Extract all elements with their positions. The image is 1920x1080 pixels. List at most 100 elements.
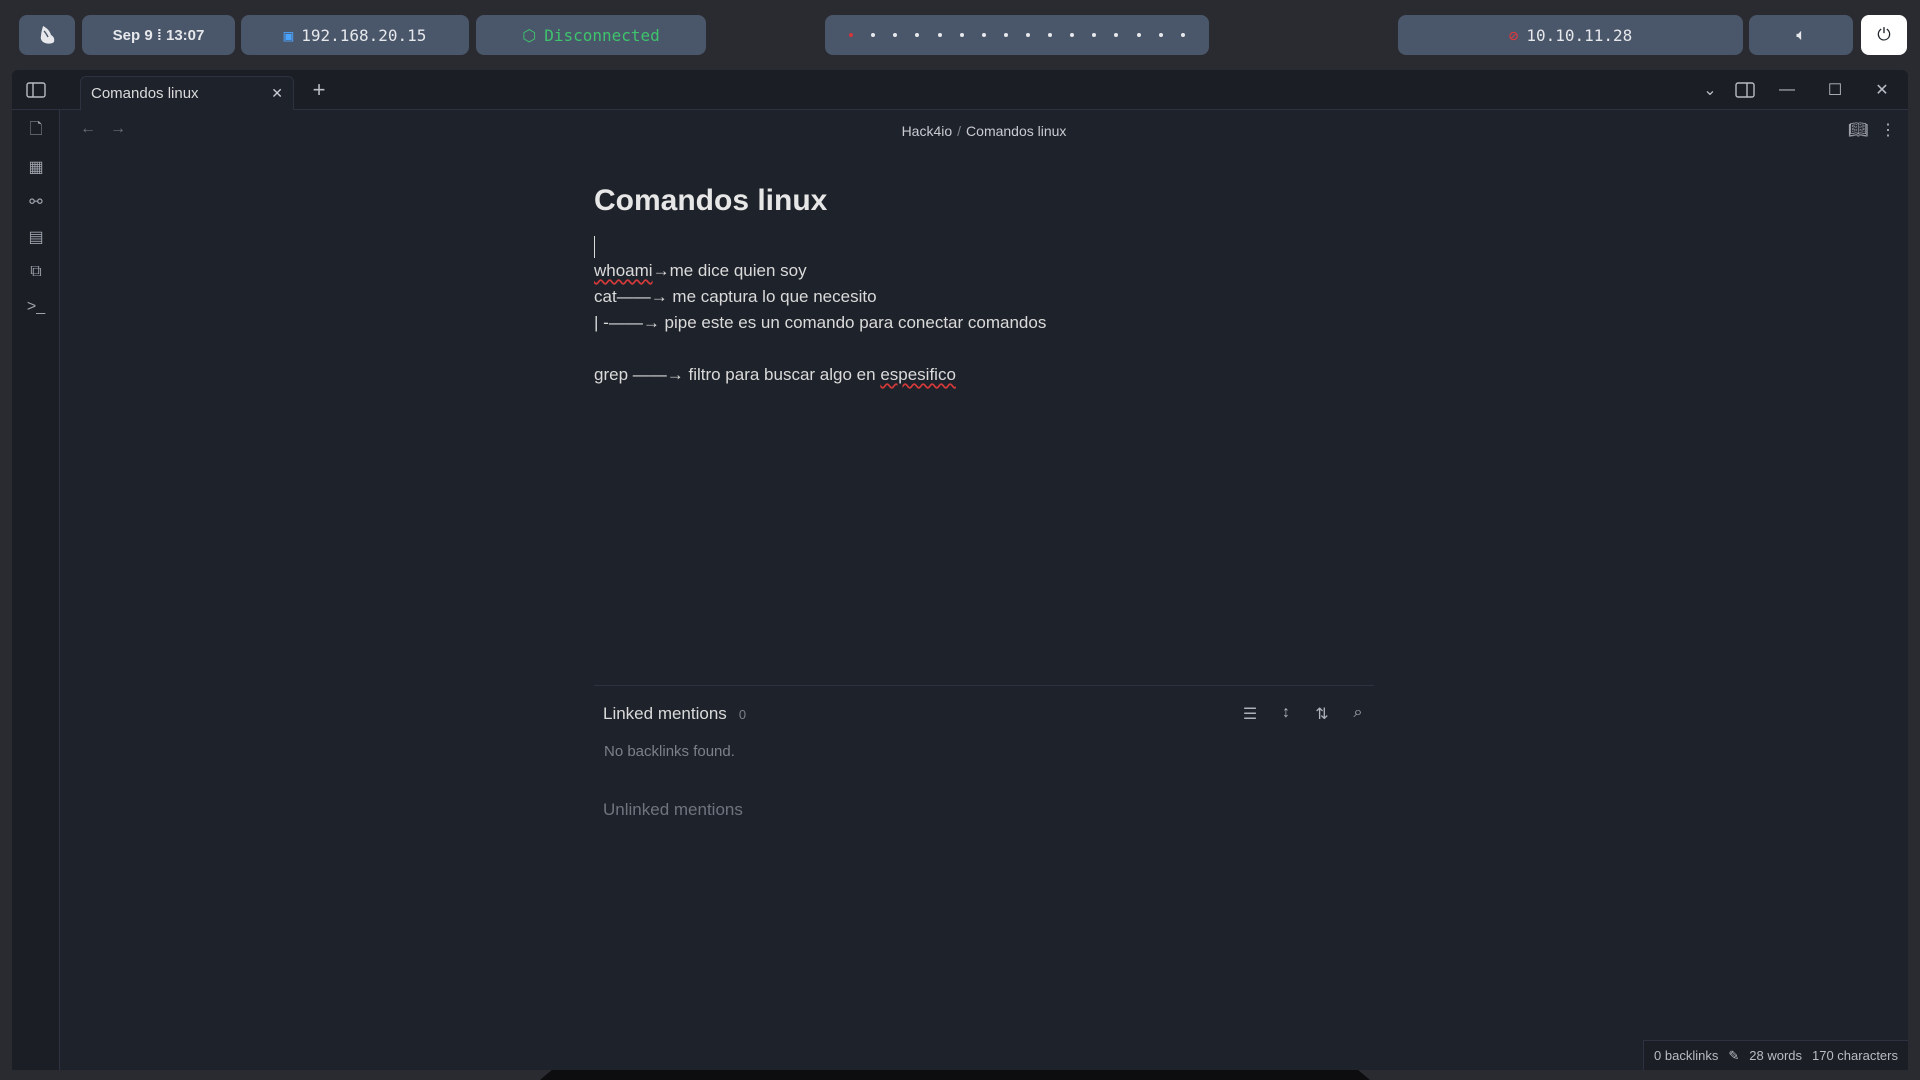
workspace-dot[interactable] bbox=[1180, 33, 1185, 37]
tab-title: Comandos linux bbox=[91, 85, 199, 102]
search-icon[interactable]: ⌕ bbox=[1348, 704, 1368, 724]
edit-pencil-icon[interactable]: ✎ bbox=[1728, 1048, 1739, 1064]
breadcrumb-separator: / bbox=[957, 123, 962, 139]
workspace-dot[interactable] bbox=[981, 33, 986, 37]
title-bar: Comandos linux ✕ + ⌄ — ☐ ✕ bbox=[12, 70, 1908, 110]
command-word: cat bbox=[594, 287, 617, 306]
command-word: | - bbox=[594, 313, 609, 332]
backlinks-pane: Linked mentions 0 ☰ ↕ ⇅ ⌕ No backlinks f… bbox=[594, 685, 1374, 820]
toggle-sidebar-button[interactable] bbox=[16, 70, 56, 110]
local-ip-widget[interactable]: ▣ 192.168.20.15 bbox=[241, 15, 469, 55]
calendar-icon: ▤ bbox=[28, 228, 44, 246]
note-title[interactable]: Comandos linux bbox=[594, 184, 1374, 224]
close-window-button[interactable]: ✕ bbox=[1862, 70, 1902, 110]
minimize-icon: — bbox=[1779, 81, 1795, 98]
workspace-dot[interactable] bbox=[1114, 33, 1119, 37]
breadcrumb-vault[interactable]: Hack4io bbox=[902, 123, 953, 139]
toggle-right-sidebar-button[interactable] bbox=[1725, 70, 1765, 110]
workspaces-widget[interactable] bbox=[825, 15, 1209, 55]
workspace-dot[interactable] bbox=[1092, 33, 1097, 37]
character-count: 170 characters bbox=[1812, 1048, 1898, 1063]
graph-view-button[interactable]: ⚯ bbox=[12, 184, 60, 219]
workspace-dot[interactable] bbox=[915, 33, 920, 37]
misspelled-word: espesifico bbox=[880, 365, 956, 384]
workspace-dot[interactable] bbox=[871, 33, 876, 37]
terminal-icon: >_ bbox=[26, 297, 46, 315]
volume-icon: 🔈︎ bbox=[1796, 25, 1806, 44]
workspace-dot[interactable] bbox=[1136, 33, 1141, 37]
graph-icon: ⚯ bbox=[29, 193, 43, 211]
canvas-button[interactable]: ▦ bbox=[12, 149, 60, 184]
note-line[interactable]: cat——→ me captura lo que necesito bbox=[594, 284, 1374, 310]
sort-icon[interactable]: ⇅ bbox=[1312, 704, 1332, 724]
file-search-icon: 🗋︎ bbox=[29, 121, 43, 138]
text-cursor bbox=[594, 236, 595, 258]
volume-button[interactable]: 🔈︎ bbox=[1749, 15, 1853, 55]
workspace-dot[interactable] bbox=[1158, 33, 1163, 37]
no-backlinks-message: No backlinks found. bbox=[604, 743, 735, 760]
workspace-dot[interactable] bbox=[1025, 33, 1030, 37]
reading-view-icon[interactable]: 📖︎ bbox=[1848, 120, 1868, 140]
copy-icon: ⧉ bbox=[30, 262, 42, 280]
vpn-status-text: Disconnected bbox=[544, 25, 660, 45]
new-tab-button[interactable]: + bbox=[299, 70, 339, 110]
local-ip-text: 192.168.20.15 bbox=[301, 25, 427, 45]
breadcrumb: Hack4io / Comandos linux bbox=[60, 123, 1908, 139]
expand-icon[interactable]: ↕ bbox=[1276, 704, 1296, 724]
open-quick-switcher-button[interactable]: 🗋︎ bbox=[12, 114, 60, 149]
breadcrumb-note[interactable]: Comandos linux bbox=[966, 123, 1066, 139]
workspace-dot[interactable] bbox=[959, 33, 964, 37]
status-bar: 0 backlinks ✎ 28 words 170 characters bbox=[1643, 1040, 1908, 1070]
monitor-icon: ▣ bbox=[283, 25, 294, 45]
top-status-bar: Sep 9 ⁞ 13:07 ▣ 192.168.20.15 ⬡ Disconne… bbox=[0, 0, 1920, 70]
workspace-dot[interactable] bbox=[1048, 33, 1053, 37]
linked-mentions-header[interactable]: Linked mentions 0 ☰ ↕ ⇅ ⌕ bbox=[594, 686, 1374, 742]
linked-mentions-title: Linked mentions bbox=[603, 704, 727, 723]
close-icon: ✕ bbox=[1875, 82, 1889, 99]
note-line[interactable]: grep ——→ filtro para buscar algo en espe… bbox=[594, 362, 1374, 388]
close-tab-icon[interactable]: ✕ bbox=[271, 85, 283, 102]
clock-text: Sep 9 ⁞ 13:07 bbox=[112, 26, 205, 44]
workspace-dot[interactable] bbox=[849, 33, 854, 37]
note-editor[interactable]: Comandos linux whoami→me dice quien soy … bbox=[594, 184, 1374, 388]
linked-mentions-count: 0 bbox=[738, 706, 747, 722]
note-line[interactable]: | -——→ pipe este es un comando para cone… bbox=[594, 310, 1374, 336]
workspace-dot[interactable] bbox=[893, 33, 898, 37]
left-ribbon: 🗋︎ ▦ ⚯ ▤ ⧉ >_ bbox=[12, 110, 60, 1070]
templates-button[interactable]: ⧉ bbox=[12, 254, 60, 289]
backlinks-count[interactable]: 0 backlinks bbox=[1654, 1048, 1718, 1063]
plus-icon: + bbox=[312, 77, 326, 102]
vpn-widget[interactable]: ⬡ Disconnected bbox=[476, 15, 706, 55]
vpn-shield-icon: ⬡ bbox=[522, 25, 537, 45]
command-palette-button[interactable]: >_ bbox=[12, 289, 60, 324]
chevron-down-icon: ⌄ bbox=[1703, 82, 1717, 99]
view-header: ← → Hack4io / Comandos linux 📖︎ ⋮ bbox=[60, 110, 1908, 152]
minimize-button[interactable]: — bbox=[1767, 70, 1807, 110]
power-icon: ⏻ bbox=[1877, 25, 1891, 45]
sidebar-icon bbox=[26, 82, 46, 98]
workspace-dot[interactable] bbox=[1003, 33, 1008, 37]
maximize-icon: ☐ bbox=[1827, 82, 1843, 99]
unlinked-mentions-header[interactable]: Unlinked mentions bbox=[594, 800, 1374, 820]
obsidian-window: Comandos linux ✕ + ⌄ — ☐ ✕ 🗋︎ ▦ ⚯ ▤ ⧉ >_… bbox=[12, 70, 1908, 1070]
clock-widget[interactable]: Sep 9 ⁞ 13:07 bbox=[82, 15, 235, 55]
maximize-button[interactable]: ☐ bbox=[1815, 70, 1855, 110]
target-ip-text: 10.10.11.28 bbox=[1526, 25, 1633, 45]
power-button[interactable]: ⏻ bbox=[1861, 15, 1907, 55]
target-icon: ⊘ bbox=[1508, 25, 1519, 45]
menu-button[interactable] bbox=[19, 15, 75, 55]
workspace-dot[interactable] bbox=[937, 33, 942, 37]
workspace-dot[interactable] bbox=[1070, 33, 1075, 37]
list-icon[interactable]: ☰ bbox=[1240, 704, 1260, 724]
note-line[interactable]: whoami→me dice quien soy bbox=[594, 258, 1374, 284]
daily-note-button[interactable]: ▤ bbox=[12, 219, 60, 254]
more-options-icon[interactable]: ⋮ bbox=[1880, 120, 1896, 140]
tab-comandos-linux[interactable]: Comandos linux ✕ bbox=[80, 76, 294, 110]
word-count: 28 words bbox=[1749, 1048, 1802, 1063]
tab-list-button[interactable]: ⌄ bbox=[1690, 70, 1730, 110]
command-description: ——→ pipe este es un comando para conecta… bbox=[608, 313, 1047, 332]
target-ip-widget[interactable]: ⊘ 10.10.11.28 bbox=[1398, 15, 1743, 55]
command-word: whoami bbox=[594, 261, 653, 280]
command-description: →me dice quien soy bbox=[652, 261, 807, 280]
